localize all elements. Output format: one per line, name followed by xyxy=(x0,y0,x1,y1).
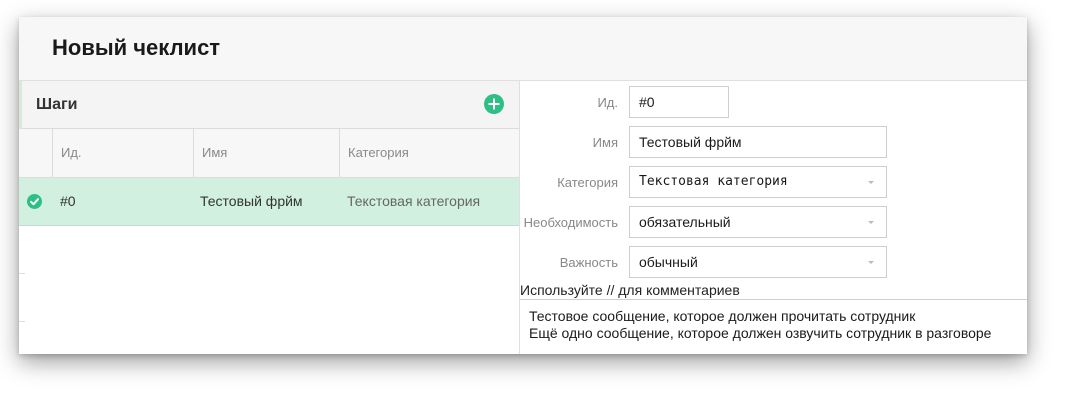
id-field[interactable]: #0 xyxy=(629,86,729,118)
name-label: Имя xyxy=(592,135,618,150)
necessity-label: Необходимость xyxy=(523,215,618,230)
importance-value: обычный xyxy=(639,254,698,270)
check-circle-icon xyxy=(27,194,42,209)
importance-label: Важность xyxy=(559,255,618,270)
row-id: #0 xyxy=(60,193,76,209)
importance-select[interactable]: обычный xyxy=(629,246,887,278)
name-field[interactable]: Тестовый фрйм xyxy=(629,126,887,158)
chevron-down-icon xyxy=(868,181,874,184)
checklist-card: Новый чеклист Шаги Ид. Имя Категория #0 xyxy=(19,17,1027,354)
notes-line: Ещё одно сообщение, которое должен озвуч… xyxy=(529,325,992,341)
card-header: Новый чеклист xyxy=(19,17,1027,81)
row-category: Текстовая категория xyxy=(347,193,481,209)
notes-line: Тестовое сообщение, которое должен прочи… xyxy=(529,308,916,324)
column-header-name[interactable]: Имя xyxy=(193,129,339,177)
steps-header: Шаги xyxy=(19,81,519,129)
necessity-select[interactable]: обязательный xyxy=(629,206,887,238)
table-row[interactable]: #0 Тестовый фрйм Текстовая категория xyxy=(19,178,519,226)
chevron-down-icon xyxy=(868,221,874,224)
chevron-down-icon xyxy=(868,261,874,264)
id-label: Ид. xyxy=(597,95,618,110)
category-label: Категория xyxy=(557,175,618,190)
steps-panel: Шаги Ид. Имя Категория #0 Тестовый фрйм … xyxy=(19,81,520,354)
step-form: Ид. #0 Имя Тестовый фрйм Категория Текст… xyxy=(520,81,1027,354)
necessity-value: обязательный xyxy=(639,214,731,230)
column-header-id[interactable]: Ид. xyxy=(52,129,193,177)
steps-title: Шаги xyxy=(36,96,78,113)
page-title: Новый чеклист xyxy=(52,35,221,60)
comments-hint: Используйте // для комментариев xyxy=(520,282,740,298)
steps-table-header: Ид. Имя Категория xyxy=(19,129,519,178)
divider xyxy=(19,273,25,274)
category-value: Текстовая категория xyxy=(639,174,788,189)
column-header-category[interactable]: Категория xyxy=(339,129,519,177)
notes-textarea[interactable]: Тестовое сообщение, которое должен прочи… xyxy=(520,299,1027,354)
divider xyxy=(19,321,25,322)
row-name: Тестовый фрйм xyxy=(200,193,303,209)
category-select[interactable]: Текстовая категория xyxy=(629,166,887,198)
